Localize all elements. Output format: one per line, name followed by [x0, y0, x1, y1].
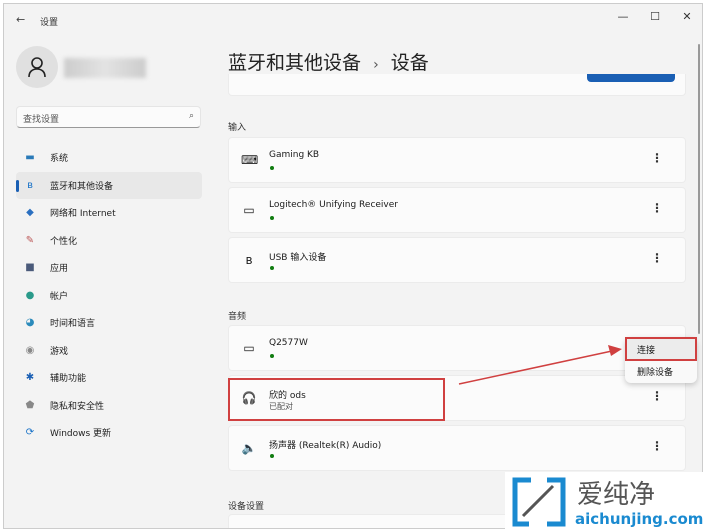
watermark: 爱纯净 aichunjing.com: [505, 472, 706, 532]
breadcrumb-separator: ›: [373, 57, 379, 73]
annotation-arrow: [458, 345, 622, 385]
watermark-logo: [512, 477, 566, 527]
watermark-url: aichunjing.com: [575, 510, 704, 528]
page-title: 设备: [390, 52, 429, 74]
watermark-cn: 爱纯净: [577, 480, 656, 510]
settings-window: ← 设置 — ☐ ✕ 查找设置 ⌕ ▬ 系统 ʙ 蓝牙和其他设备 ◆ 网络和 Interne…: [3, 3, 703, 529]
breadcrumb: 蓝牙和其他设备 › 设备: [228, 48, 429, 75]
breadcrumb-parent[interactable]: 蓝牙和其他设备: [228, 52, 361, 74]
